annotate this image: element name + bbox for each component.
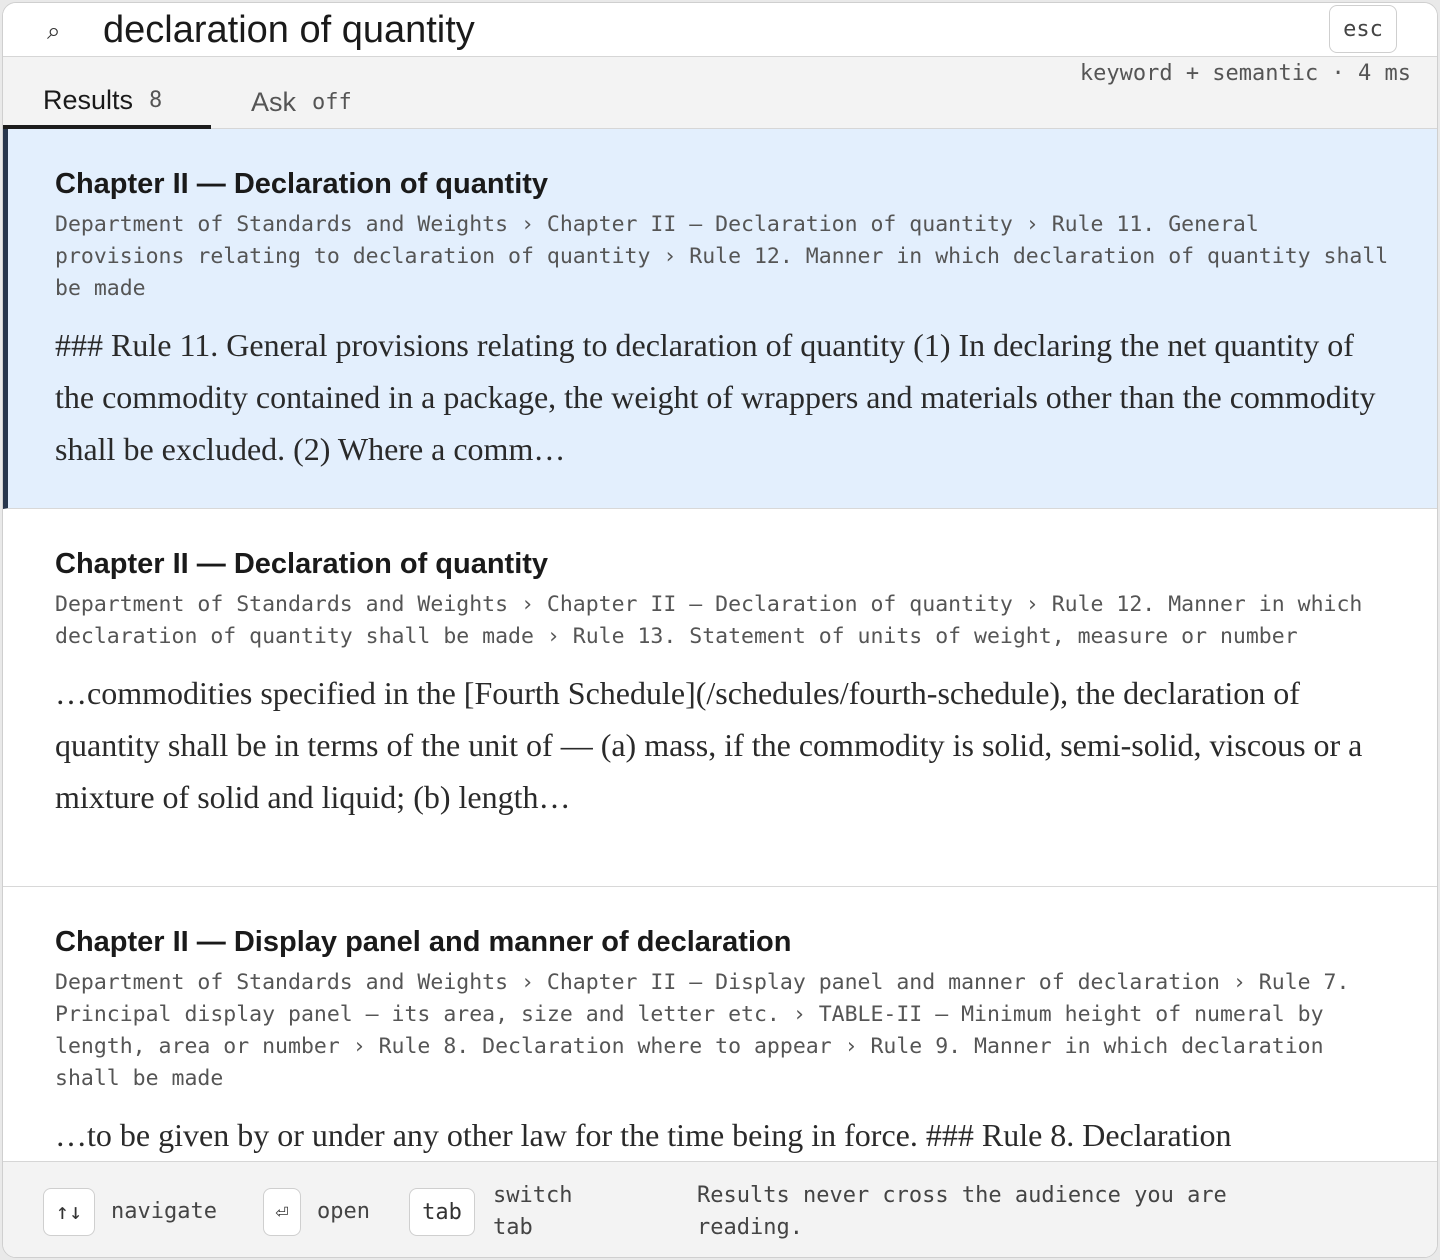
search-meta: keyword + semantic · 4 ms [1079,61,1411,86]
tab-results-label: Results [43,84,134,115]
result-snippet: ### Rule 11. General provisions relating… [55,327,1376,467]
arrow-keys-icon: ↑↓ [43,1188,95,1236]
ask-status-badge: off [312,89,352,115]
switch-tab-hint-line-1: switch [493,1183,573,1208]
result-item[interactable]: Chapter II — Declaration of quantity Dep… [3,509,1437,887]
result-title: Chapter II — Display panel and manner of… [55,926,792,958]
navigate-hint: navigate [111,1199,217,1224]
esc-button[interactable]: esc [1329,5,1397,53]
keyboard-hints-footer: ↑↓ navigate ⏎ open tab switch tab Result… [3,1161,1437,1257]
search-input[interactable] [103,7,1283,53]
search-icon: ⌕ [47,17,61,45]
search-palette: ⌕ esc Results 8 Ask off keyword + semant… [2,2,1438,1258]
result-title: Chapter II — Declaration of quantity [55,168,549,200]
result-breadcrumb: Department of Standards and Weights › Ch… [55,592,1363,649]
tab-ask-label: Ask [251,86,297,117]
result-item[interactable]: Chapter II — Declaration of quantity Dep… [3,129,1437,509]
tab-key-icon: tab [409,1188,475,1236]
audience-note-line-2: reading. [697,1215,803,1240]
result-breadcrumb: Department of Standards and Weights › Ch… [55,970,1350,1091]
switch-tab-hint-line-2: tab [493,1215,533,1240]
result-title: Chapter II — Declaration of quantity [55,548,549,580]
audience-note: Results never cross the audience you are… [697,1180,1227,1244]
open-hint: open [317,1199,370,1224]
enter-key-icon: ⏎ [263,1188,301,1236]
results-count-badge: 8 [149,87,163,113]
result-snippet: …to be given by or under any other law f… [55,1117,1232,1153]
tab-results[interactable]: Results 8 [3,57,211,129]
switch-tab-hint: switch tab [493,1180,572,1244]
tab-bar: Results 8 Ask off keyword + semantic · 4… [3,57,1437,129]
result-breadcrumb: Department of Standards and Weights › Ch… [55,212,1389,301]
search-bar: ⌕ esc [3,3,1437,57]
result-snippet: …commodities specified in the [Fourth Sc… [55,675,1363,815]
tab-ask[interactable]: Ask off [211,57,411,129]
results-list: Chapter II — Declaration of quantity Dep… [3,129,1437,1161]
audience-note-line-1: Results never cross the audience you are [697,1183,1227,1208]
result-item[interactable]: Chapter II — Display panel and manner of… [3,887,1437,1161]
